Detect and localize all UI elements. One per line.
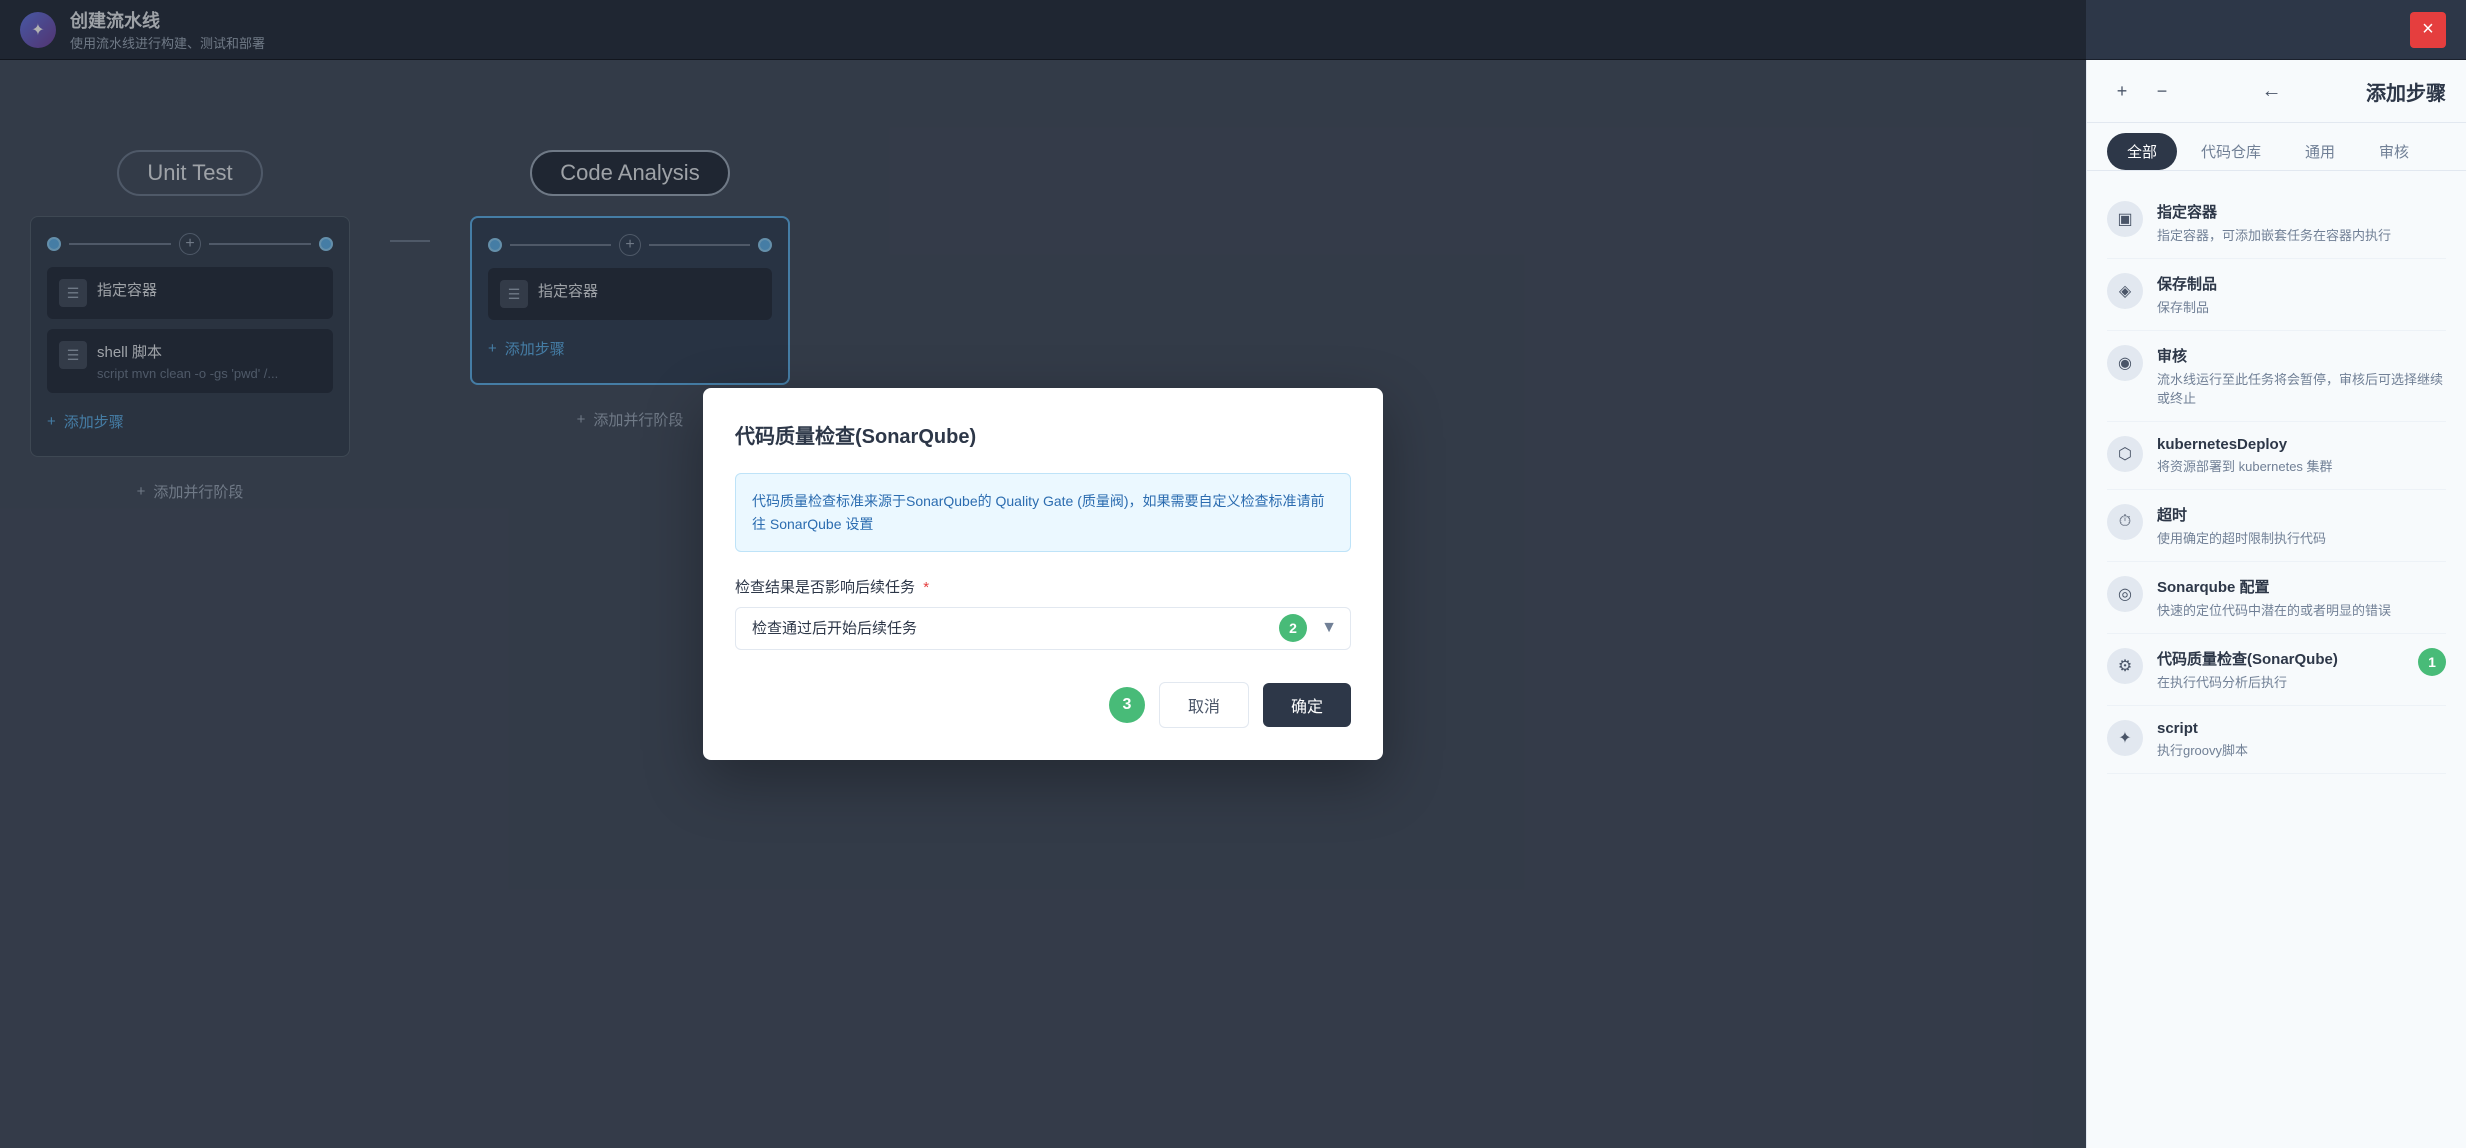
panel-minus-btn[interactable]: − xyxy=(2147,76,2177,106)
panel-item-desc: 快速的定位代码中潜在的或者明显的错误 xyxy=(2157,600,2391,619)
modal-title: 代码质量检查(SonarQube) xyxy=(735,420,1351,449)
panel-item-icon: ⚙ xyxy=(2107,648,2143,684)
panel-item-text: 代码质量检查(SonarQube) 在执行代码分析后执行 xyxy=(2157,648,2338,691)
panel-header-actions: + − xyxy=(2107,76,2177,106)
panel-item-desc: 将资源部署到 kubernetes 集群 xyxy=(2157,456,2333,475)
panel-item-text: 指定容器指定容器，可添加嵌套任务在容器内执行 xyxy=(2157,201,2391,244)
panel-add-btn[interactable]: + xyxy=(2107,76,2137,106)
tab-bar: 全部 代码仓库 通用 审核 xyxy=(2087,123,2466,171)
panel-item-desc: 流水线运行至此任务将会暂停，审核后可选择继续或终止 xyxy=(2157,369,2446,407)
panel-item-desc: 指定容器，可添加嵌套任务在容器内执行 xyxy=(2157,225,2391,244)
panel-item-icon: ◎ xyxy=(2107,576,2143,612)
panel-item[interactable]: ▣ 指定容器指定容器，可添加嵌套任务在容器内执行 xyxy=(2107,187,2446,259)
panel-item-desc: 执行groovy脚本 xyxy=(2157,740,2248,759)
panel-item-text: script 执行groovy脚本 xyxy=(2157,720,2248,759)
panel-item-name: 审核 xyxy=(2157,345,2446,366)
modal-overlay: 代码质量检查(SonarQube) 代码质量检查标准来源于SonarQube的 … xyxy=(0,0,2086,1148)
panel-item-icon: ▣ xyxy=(2107,201,2143,237)
panel-title: 添加步骤 xyxy=(2366,77,2446,106)
required-star: * xyxy=(923,579,929,596)
confirm-button[interactable]: 确定 xyxy=(1263,683,1351,727)
panel-item-name: 超时 xyxy=(2157,504,2326,525)
panel-item-text: 保存制品保存制品 xyxy=(2157,273,2217,316)
panel-item[interactable]: ◉ 审核流水线运行至此任务将会暂停，审核后可选择继续或终止 xyxy=(2107,331,2446,422)
panel-item-name: 保存制品 xyxy=(2157,273,2217,294)
modal-dialog: 代码质量检查(SonarQube) 代码质量检查标准来源于SonarQube的 … xyxy=(703,388,1383,760)
panel-item-desc: 使用确定的超时限制执行代码 xyxy=(2157,528,2326,547)
panel-item-icon: ⏱ xyxy=(2107,504,2143,540)
tab-general[interactable]: 通用 xyxy=(2285,133,2355,170)
modal-field-label: 检查结果是否影响后续任务 * xyxy=(735,576,1351,597)
modal-info-box: 代码质量检查标准来源于SonarQube的 Quality Gate (质量阀)… xyxy=(735,473,1351,552)
select-badge: 2 xyxy=(1279,614,1307,642)
panel-item-icon: ✦ xyxy=(2107,720,2143,756)
panel-items-list: ▣指定容器指定容器，可添加嵌套任务在容器内执行◈保存制品保存制品◉审核流水线运行… xyxy=(2087,171,2466,1148)
close-button[interactable]: × xyxy=(2410,12,2446,48)
panel-item-icon: ⬡ xyxy=(2107,436,2143,472)
field-label-text: 检查结果是否影响后续任务 xyxy=(735,579,915,596)
arrow-back-icon[interactable]: ← xyxy=(2262,80,2282,103)
panel-item-text: Sonarqube 配置快速的定位代码中潜在的或者明显的错误 xyxy=(2157,576,2391,619)
tab-review[interactable]: 审核 xyxy=(2359,133,2429,170)
panel-item[interactable]: ⚙ 代码质量检查(SonarQube) 在执行代码分析后执行 1 xyxy=(2107,634,2446,706)
panel-item-text: 审核流水线运行至此任务将会暂停，审核后可选择继续或终止 xyxy=(2157,345,2446,407)
affect-subsequent-select[interactable]: 检查通过后开始后续任务 xyxy=(735,607,1351,650)
panel-item[interactable]: ◈保存制品保存制品 xyxy=(2107,259,2446,331)
panel-item-name: kubernetesDeploy xyxy=(2157,436,2333,453)
panel-item-icon: ◈ xyxy=(2107,273,2143,309)
panel-item-name: 指定容器 xyxy=(2157,201,2391,222)
panel-item-desc: 保存制品 xyxy=(2157,297,2217,316)
confirm-badge: 3 xyxy=(1109,687,1145,723)
panel-item[interactable]: ⬡ kubernetesDeploy 将资源部署到 kubernetes 集群 xyxy=(2107,422,2446,490)
select-wrapper: 检查通过后开始后续任务 2 ▼ xyxy=(735,607,1351,650)
right-panel: + − ← 添加步骤 全部 代码仓库 通用 审核 ▣ 指定容器指定容器，可添加嵌套… xyxy=(2086,60,2466,1148)
panel-item[interactable]: ◎ Sonarqube 配置快速的定位代码中潜在的或者明显的错误 xyxy=(2107,562,2446,634)
tab-repo[interactable]: 代码仓库 xyxy=(2181,133,2281,170)
panel-item-text: 超时使用确定的超时限制执行代码 xyxy=(2157,504,2326,547)
panel-item-badge: 1 xyxy=(2418,648,2446,676)
panel-item-name: Sonarqube 配置 xyxy=(2157,576,2391,597)
panel-item-name: 代码质量检查(SonarQube) xyxy=(2157,648,2338,669)
panel-item-desc: 在执行代码分析后执行 xyxy=(2157,672,2338,691)
panel-item-name: script xyxy=(2157,720,2248,737)
cancel-button[interactable]: 取消 xyxy=(1159,682,1249,728)
panel-item[interactable]: ✦ script 执行groovy脚本 xyxy=(2107,706,2446,774)
panel-item-text: kubernetesDeploy 将资源部署到 kubernetes 集群 xyxy=(2157,436,2333,475)
panel-item-icon: ◉ xyxy=(2107,345,2143,381)
modal-footer: 3 取消 确定 xyxy=(735,682,1351,728)
panel-item[interactable]: ⏱ 超时使用确定的超时限制执行代码 xyxy=(2107,490,2446,562)
right-panel-header: + − ← 添加步骤 xyxy=(2087,60,2466,123)
tab-all[interactable]: 全部 xyxy=(2107,133,2177,170)
